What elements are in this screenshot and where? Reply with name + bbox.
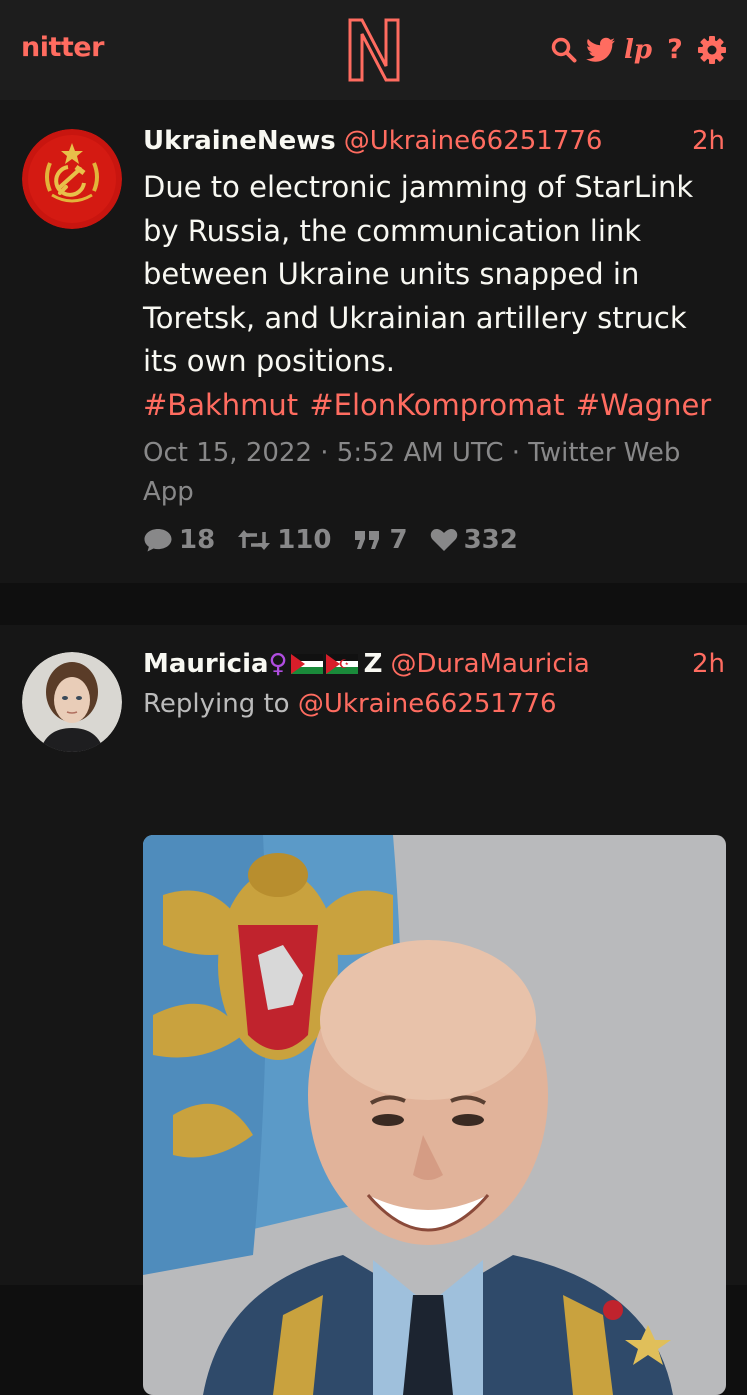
fullname-link[interactable]: UkraineNews [143, 126, 336, 156]
hashtag-link[interactable]: #Bakhmut [143, 388, 298, 422]
retweet-icon [238, 530, 271, 550]
search-icon[interactable] [549, 35, 579, 65]
replying-to: Replying to @Ukraine66251776 [143, 687, 557, 721]
western-sahara-flag-icon: ☪ [325, 654, 358, 674]
avatar[interactable] [22, 652, 122, 752]
tweet-text: Due to electronic jamming of StarLink by… [143, 170, 694, 378]
navbar: nitter lp ? [0, 0, 747, 100]
tweet-published[interactable]: Oct 15, 2022 · 5:52 AM UTC · Twitter Web… [143, 434, 703, 512]
retweet-count: 110 [277, 525, 332, 555]
comment-icon [144, 529, 172, 552]
fullname-link[interactable]: Mauricia♀ ☪ Z [143, 649, 382, 679]
hashtag-link[interactable]: #Wagner [576, 388, 711, 422]
hammer-sickle-emblem-icon [22, 129, 122, 229]
brand-link[interactable]: nitter [21, 32, 104, 63]
username-link[interactable]: @DuraMauricia [390, 649, 589, 679]
rss-icon[interactable]: lp [623, 35, 653, 65]
quote-stat: 7 [353, 525, 408, 555]
gear-icon[interactable] [697, 35, 727, 65]
tweet-stats: 18 110 7 332 [143, 525, 518, 555]
name-suffix: Z [363, 649, 383, 679]
tweet-date-link[interactable]: 2h [692, 647, 725, 681]
tweet-header: Mauricia♀ ☪ Z @DuraMauricia 2h [143, 647, 725, 681]
tweet-image-attachment[interactable] [143, 835, 726, 1395]
tweet[interactable]: Mauricia♀ ☪ Z @DuraMauricia 2h Replying to … [0, 625, 747, 1395]
portrait-photo-image [143, 835, 726, 1395]
quote-icon [355, 531, 380, 549]
like-count: 332 [463, 525, 518, 555]
tweet-content: Due to electronic jamming of StarLink by… [143, 166, 723, 427]
palestine-flag-icon [290, 654, 323, 674]
retweet-stat: 110 [237, 525, 331, 555]
fullname-text: Mauricia [143, 649, 269, 679]
comment-count: 18 [179, 525, 216, 555]
nav-icons: lp ? [549, 32, 727, 68]
help-icon[interactable]: ? [660, 35, 690, 65]
portrait-avatar-image [22, 652, 122, 752]
comment-stat: 18 [143, 525, 215, 555]
heart-icon [430, 529, 457, 551]
tweet[interactable]: UkraineNews @Ukraine66251776 2h Due to el… [0, 100, 747, 583]
username-link[interactable]: @Ukraine66251776 [344, 126, 603, 156]
replying-label: Replying to [143, 689, 290, 719]
avatar[interactable] [22, 129, 122, 229]
twitter-bird-icon[interactable] [586, 35, 616, 65]
quote-count: 7 [389, 525, 408, 555]
like-stat: 332 [430, 525, 518, 555]
hashtag-list: #Bakhmut #ElonKompromat #Wagner [143, 384, 723, 428]
hashtag-link[interactable]: #ElonKompromat [309, 388, 564, 422]
reply-handle-link[interactable]: @Ukraine66251776 [298, 689, 557, 719]
venus-symbol: ♀ [268, 649, 288, 679]
nitter-logo-icon[interactable] [344, 16, 404, 84]
tweet-header: UkraineNews @Ukraine66251776 2h [143, 124, 725, 158]
tweet-date-link[interactable]: 2h [692, 124, 725, 158]
